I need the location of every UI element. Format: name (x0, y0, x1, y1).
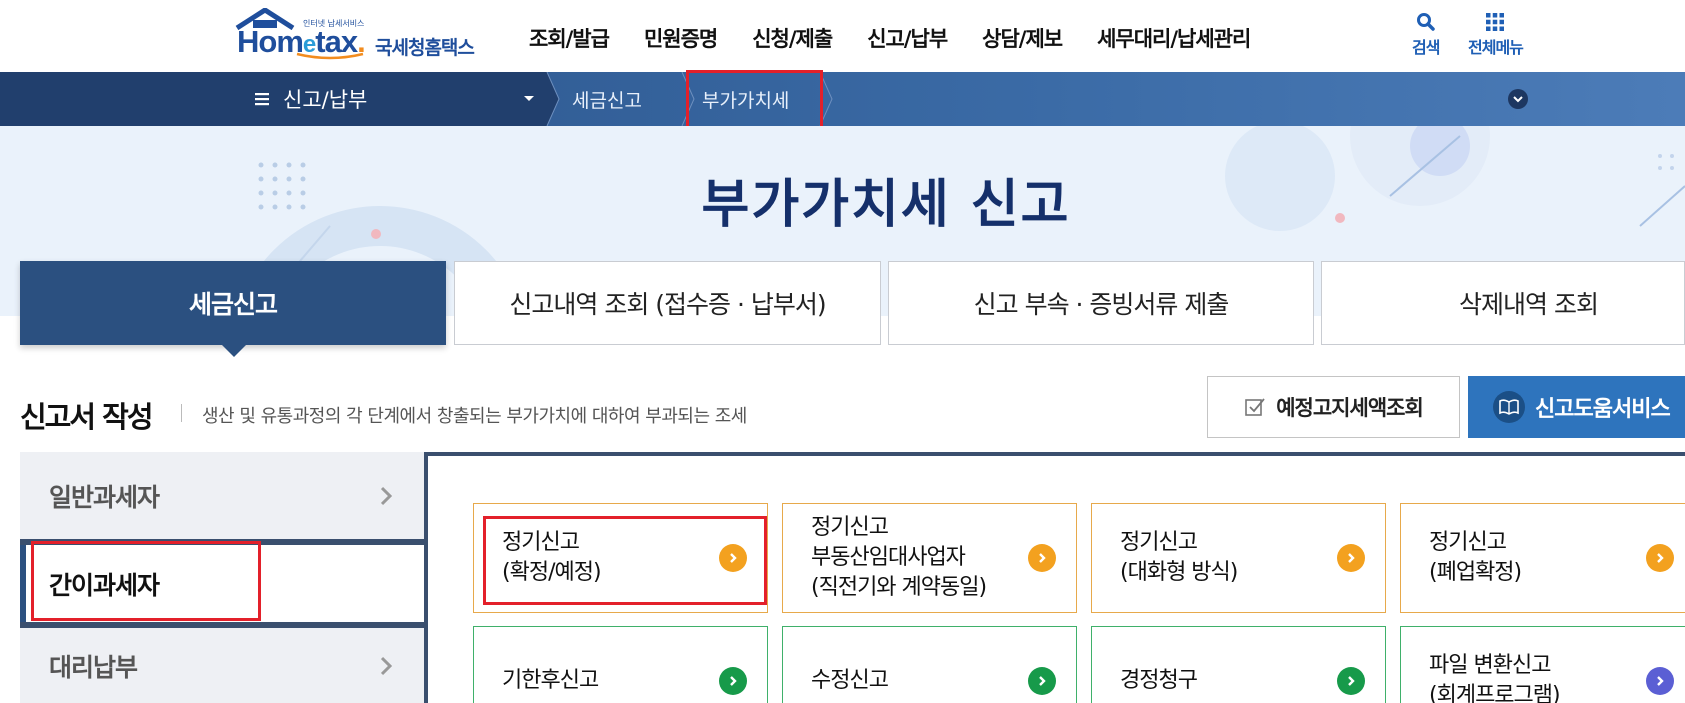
card-late-filing[interactable]: 기한후신고 (473, 626, 768, 703)
card-title: 정기신고 (1120, 530, 1198, 555)
card-title: 경정청구 (1120, 668, 1198, 693)
breadcrumb-item-tax-filing[interactable]: 세금신고 (572, 72, 642, 126)
circle-arrow-icon (1646, 544, 1674, 572)
card-correction-claim[interactable]: 경정청구 (1091, 626, 1386, 703)
title-divider (181, 404, 182, 422)
checkbox-icon (1245, 398, 1265, 416)
tab-deleted-history[interactable]: 삭제내역 조회 (1321, 261, 1685, 345)
grid-menu-icon (1486, 13, 1505, 31)
location-bar: 신고/납부 세금신고 부가가치세 (0, 72, 1685, 126)
page-title: 부가가치세 신고 (701, 175, 1071, 235)
card-title: 수정신고 (811, 668, 889, 693)
location-more-button[interactable] (1508, 89, 1528, 109)
search-icon (1416, 13, 1435, 31)
hometax-logo[interactable]: 인터넷 납세서비스 Hometax. 국세청홈택스 (235, 8, 485, 64)
site-header: 인터넷 납세서비스 Hometax. 국세청홈택스 조회/발급 민원증명 신청/… (0, 0, 1685, 72)
search-label: 검색 (1412, 38, 1440, 57)
circle-arrow-icon (1646, 667, 1674, 695)
card-title: 정기신고 (811, 515, 889, 540)
active-tab-indicator (221, 344, 247, 357)
card-subtitle: (대화형 방식) (1120, 560, 1238, 585)
circle-arrow-icon (719, 667, 747, 695)
tab-filing-history[interactable]: 신고내역 조회 (접수증 · 납부서) (454, 261, 881, 345)
estimate-tax-inquiry-label: 예정고지세액조회 (1276, 396, 1424, 420)
section-description: 생산 및 유통과정의 각 단계에서 창출되는 부가가치에 대하여 부과되는 조세 (202, 406, 747, 427)
search-button[interactable]: 검색 (1412, 10, 1440, 58)
sidebar-item-label: 대리납부 (49, 652, 138, 682)
card-regular-filing-real-estate[interactable]: 정기신고부동산임대사업자 (직전기와 계약동일) (782, 503, 1077, 613)
chevron-right-icon (380, 486, 392, 505)
card-subtitle: (폐업확정) (1429, 560, 1522, 585)
tab-tax-filing[interactable]: 세금신고 (20, 261, 446, 345)
book-icon (1493, 391, 1525, 423)
section-title: 신고서 작성 (20, 400, 153, 434)
sidebar-item-proxy-payment[interactable]: 대리납부 (20, 628, 424, 703)
nav-item-consult[interactable]: 상담/제보 (982, 23, 1063, 53)
global-nav: 조회/발급 민원증명 신청/제출 신고/납부 상담/제보 세무대리/납세관리 (529, 23, 1285, 53)
circle-arrow-icon (1337, 667, 1365, 695)
card-amended-filing[interactable]: 수정신고 (782, 626, 1077, 703)
estimate-tax-inquiry-button[interactable]: 예정고지세액조회 (1207, 376, 1460, 438)
card-regular-filing-interactive[interactable]: 정기신고 (대화형 방식) (1091, 503, 1386, 613)
nav-item-tax-agent[interactable]: 세무대리/납세관리 (1097, 23, 1251, 53)
card-subtitle: (직전기와 계약동일) (811, 575, 987, 600)
card-file-conversion-filing[interactable]: 파일 변환신고 (회계프로그램) (1400, 626, 1685, 703)
card-title: 기한후신고 (502, 668, 599, 693)
highlight-box-card (483, 516, 767, 605)
circle-arrow-icon (1028, 667, 1056, 695)
nav-item-certificate[interactable]: 민원증명 (644, 23, 718, 53)
highlight-box-breadcrumb (686, 70, 823, 130)
breadcrumb-separator (546, 72, 560, 126)
circle-arrow-icon (1028, 544, 1056, 572)
logo-swoosh-icon (296, 52, 364, 60)
card-regular-filing-closure[interactable]: 정기신고 (폐업확정) (1400, 503, 1685, 613)
sidebar-item-label: 일반과세자 (49, 482, 160, 512)
sidebar-item-general-taxpayer[interactable]: 일반과세자 (20, 452, 424, 539)
card-title: 정기신고 (1429, 530, 1507, 555)
chevron-down-icon (1513, 95, 1523, 102)
highlight-box-sidebar (31, 541, 261, 621)
logo-korean: 국세청홈택스 (375, 37, 475, 59)
location-menu-label: 신고/납부 (283, 88, 368, 112)
card-title: 파일 변환신고 (1429, 653, 1551, 678)
nav-item-inquiry[interactable]: 조회/발급 (529, 23, 610, 53)
all-menu-button[interactable]: 전체메뉴 (1468, 10, 1524, 58)
card-subtitle: 부동산임대사업자 (811, 545, 966, 570)
tab-attachment-submit[interactable]: 신고 부속 · 증빙서류 제출 (888, 261, 1314, 345)
caret-down-icon (524, 96, 534, 101)
nav-item-filing[interactable]: 신고/납부 (867, 23, 948, 53)
location-menu-dropdown[interactable]: 신고/납부 (237, 72, 547, 126)
all-menu-label: 전체메뉴 (1468, 38, 1524, 57)
hamburger-icon (255, 93, 269, 106)
filing-help-service-button[interactable]: 신고도움서비스 (1468, 376, 1685, 438)
card-subtitle: (회계프로그램) (1429, 683, 1561, 703)
chevron-right-icon (380, 656, 392, 675)
circle-arrow-icon (1337, 544, 1365, 572)
nav-item-application[interactable]: 신청/제출 (752, 23, 833, 53)
filing-help-service-label: 신고도움서비스 (1535, 397, 1671, 422)
